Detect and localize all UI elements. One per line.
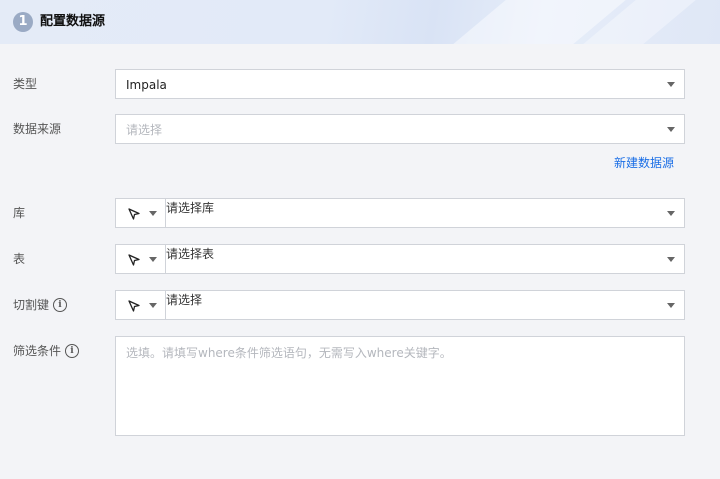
database-placeholder: 请选择库 — [166, 201, 215, 215]
type-select-value: Impala — [126, 78, 167, 92]
datasource-label: 数据来源 — [13, 122, 62, 136]
database-select[interactable]: 请选择库 — [166, 199, 684, 227]
database-label: 库 — [13, 206, 26, 220]
split-key-field: 请选择 — [115, 290, 685, 320]
chevron-down-icon — [667, 303, 675, 308]
database-field: 请选择库 — [115, 198, 685, 228]
chevron-down-icon — [149, 257, 157, 262]
split-key-label: 切割键 i — [13, 297, 68, 313]
type-label: 类型 — [13, 77, 38, 91]
cursor-pointer-icon — [128, 208, 140, 220]
info-icon[interactable]: i — [65, 344, 80, 358]
section-header: 1 配置数据源 — [0, 0, 720, 44]
table-mode-toggle[interactable] — [116, 245, 166, 273]
split-key-select[interactable]: 请选择 — [166, 291, 684, 319]
table-select[interactable]: 请选择表 — [166, 245, 684, 273]
section-title: 配置数据源 — [40, 14, 106, 29]
chevron-down-icon — [667, 257, 675, 262]
info-icon[interactable]: i — [53, 298, 68, 312]
step-number-badge: 1 — [13, 12, 33, 32]
type-select[interactable]: Impala — [115, 69, 685, 99]
filter-condition-textarea[interactable] — [115, 336, 685, 436]
database-mode-toggle[interactable] — [116, 199, 166, 227]
split-key-mode-toggle[interactable] — [116, 291, 166, 319]
new-datasource-link[interactable]: 新建数据源 — [614, 155, 674, 171]
datasource-placeholder: 请选择 — [126, 123, 163, 137]
table-placeholder: 请选择表 — [166, 247, 215, 261]
chevron-down-icon — [149, 303, 157, 308]
chevron-down-icon — [667, 127, 675, 132]
table-label: 表 — [13, 252, 26, 266]
chevron-down-icon — [667, 82, 675, 87]
split-key-placeholder: 请选择 — [166, 293, 203, 307]
chevron-down-icon — [667, 211, 675, 216]
datasource-select[interactable]: 请选择 — [115, 114, 685, 144]
cursor-pointer-icon — [128, 254, 140, 266]
filter-label: 筛选条件 i — [13, 343, 80, 359]
chevron-down-icon — [149, 211, 157, 216]
cursor-pointer-icon — [128, 300, 140, 312]
table-field: 请选择表 — [115, 244, 685, 274]
